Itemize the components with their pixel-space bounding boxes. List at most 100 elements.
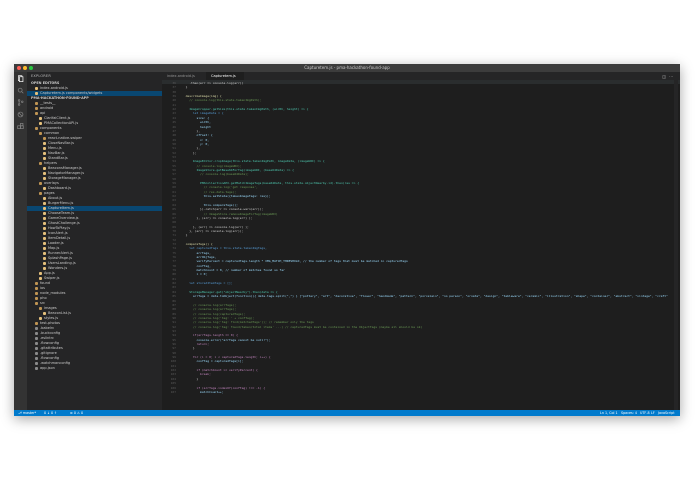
sync-status[interactable]: 0 ↓ 0 ↑	[44, 410, 57, 416]
folder-icon	[35, 126, 38, 130]
file-icon	[43, 141, 46, 145]
tree-item-label: node_modules	[40, 291, 66, 295]
file-icon	[43, 146, 46, 150]
file-icon	[35, 326, 38, 330]
file-icon	[35, 361, 38, 365]
source-control-icon[interactable]	[17, 99, 24, 106]
indentation[interactable]: Spaces: 4	[621, 410, 637, 416]
file-icon	[39, 276, 42, 280]
file-icon	[43, 176, 46, 180]
tree-item-label: HowToPlay.js	[48, 226, 71, 230]
file-icon	[43, 216, 46, 220]
tree-item-label: images	[44, 306, 57, 310]
tab-inactive[interactable]: index.android.js	[162, 72, 206, 80]
file-icon	[43, 231, 46, 235]
file-icon	[43, 241, 46, 245]
file-icon	[39, 121, 42, 125]
code-line: i = 0;	[182, 272, 208, 277]
tree-item-label: Loader.js	[48, 241, 64, 245]
file-icon	[43, 171, 46, 175]
code-line: let storedItemTags = [];	[182, 281, 233, 286]
file-icon	[43, 256, 46, 260]
tree-item-label: CloseNavBar.js	[48, 141, 74, 145]
file-icon	[35, 91, 38, 95]
explorer-sidebar: EXPLORER OPEN EDITORS index.android.js Cap…	[27, 72, 162, 410]
tree-item-label: GhostChallenge.js	[48, 221, 80, 225]
tree-item-label: api	[40, 111, 46, 115]
search-icon[interactable]	[17, 87, 24, 94]
folder-icon	[39, 161, 42, 165]
file-icon	[35, 341, 38, 345]
tree-file[interactable]: app.json	[27, 366, 162, 371]
file-icon	[35, 331, 38, 335]
tree-item-label: App.js	[44, 271, 55, 275]
code-line: // console.log(base64Data);	[182, 172, 249, 177]
file-icon	[43, 156, 46, 160]
tree-item-label: test-photos	[40, 321, 60, 325]
code-line: }	[182, 376, 199, 381]
files-icon[interactable]	[17, 75, 24, 82]
folder-icon	[39, 181, 42, 185]
tree-item-label: Wonders.js	[48, 266, 68, 270]
file-icon	[35, 86, 38, 90]
problems-indicator[interactable]: ⊗ 0 ⚠ 0	[70, 410, 83, 416]
file-icon	[43, 196, 46, 200]
code-line: .then(err => console.log(err))	[182, 81, 244, 85]
file-icon	[43, 186, 46, 190]
tree-item-label: react-native-swiper	[48, 136, 82, 140]
file-icon	[43, 151, 46, 155]
tree-item-label: .gitignore	[40, 351, 57, 355]
tree-item-label: StandBar.js	[48, 156, 68, 160]
folder-icon	[35, 111, 38, 115]
branch-indicator[interactable]: ⎇ master*	[18, 410, 36, 416]
file-icon	[35, 356, 38, 360]
tree-item-label: components	[40, 126, 62, 130]
folder-icon	[35, 281, 38, 285]
tab-active[interactable]: Capturetem.js	[206, 72, 244, 80]
code-editor[interactable]: 36 .then(err => console.log(err)) 37 } 38 3…	[162, 80, 680, 410]
tree-item-label: styles.js	[44, 316, 59, 320]
branch-name: master*	[22, 411, 37, 415]
tree-item-label: NavigatorManager.js	[48, 171, 85, 175]
extensions-icon[interactable]	[17, 123, 24, 130]
status-bar: ⎇ master* 0 ↓ 0 ↑ ⊗ 0 ⚠ 0 Ln 1, Col 1 Sp…	[14, 410, 680, 416]
folder-icon	[35, 296, 38, 300]
file-icon	[43, 261, 46, 265]
tree-item-label: __tests__	[40, 101, 56, 105]
tab-label: Capturetem.js	[211, 74, 236, 78]
folder-icon	[35, 101, 38, 105]
tree-item-label: CaptureItem.js	[48, 206, 74, 210]
language-mode[interactable]: JavaScript	[658, 410, 675, 416]
code-line: }	[182, 85, 188, 90]
editor-scrollbar[interactable]	[674, 80, 678, 410]
cursor-position[interactable]: Ln 1, Col 1	[600, 410, 618, 416]
code-line: // console.log('tag: found/taken/total i…	[182, 324, 423, 329]
activity-bar	[14, 72, 27, 410]
code-line: };	[182, 150, 197, 155]
explorer-title: EXPLORER	[31, 74, 51, 78]
tree-item-label: PMACollectionAPI.js	[44, 121, 79, 125]
tree-item-label: src	[40, 301, 46, 305]
code-line: }, (err) => console.log(err) );	[182, 215, 253, 220]
error-count: 0	[73, 411, 76, 415]
line-number: 107	[170, 389, 176, 394]
file-icon	[35, 336, 38, 340]
tree-item-label: .buckconfig	[40, 331, 61, 335]
tab-label: index.android.js	[167, 74, 195, 78]
file-icon	[43, 221, 46, 225]
code-line: confTag = capturedTags[i];	[182, 359, 244, 364]
tree-item-label: RunnerAlert.js	[48, 251, 73, 255]
folder-icon	[39, 131, 42, 135]
window-title: Capturetem.js - pma-hackathon-found-app	[304, 65, 390, 70]
debug-icon[interactable]	[17, 111, 24, 118]
tree-item-label: .flowconfig	[40, 341, 60, 345]
editor-window: Capturetem.js - pma-hackathon-found-app …	[14, 64, 680, 416]
folder-icon	[35, 291, 38, 295]
line-ending[interactable]: LF	[651, 410, 655, 416]
tree-item-label: IconAlert.js	[48, 231, 68, 235]
more-actions-icon[interactable]: ⋯	[669, 74, 676, 79]
file-icon	[43, 251, 46, 255]
split-editor-icon[interactable]: ◫	[662, 74, 669, 79]
encoding[interactable]: UTF-8	[640, 410, 650, 416]
code-line: matchCount++;	[182, 389, 224, 394]
